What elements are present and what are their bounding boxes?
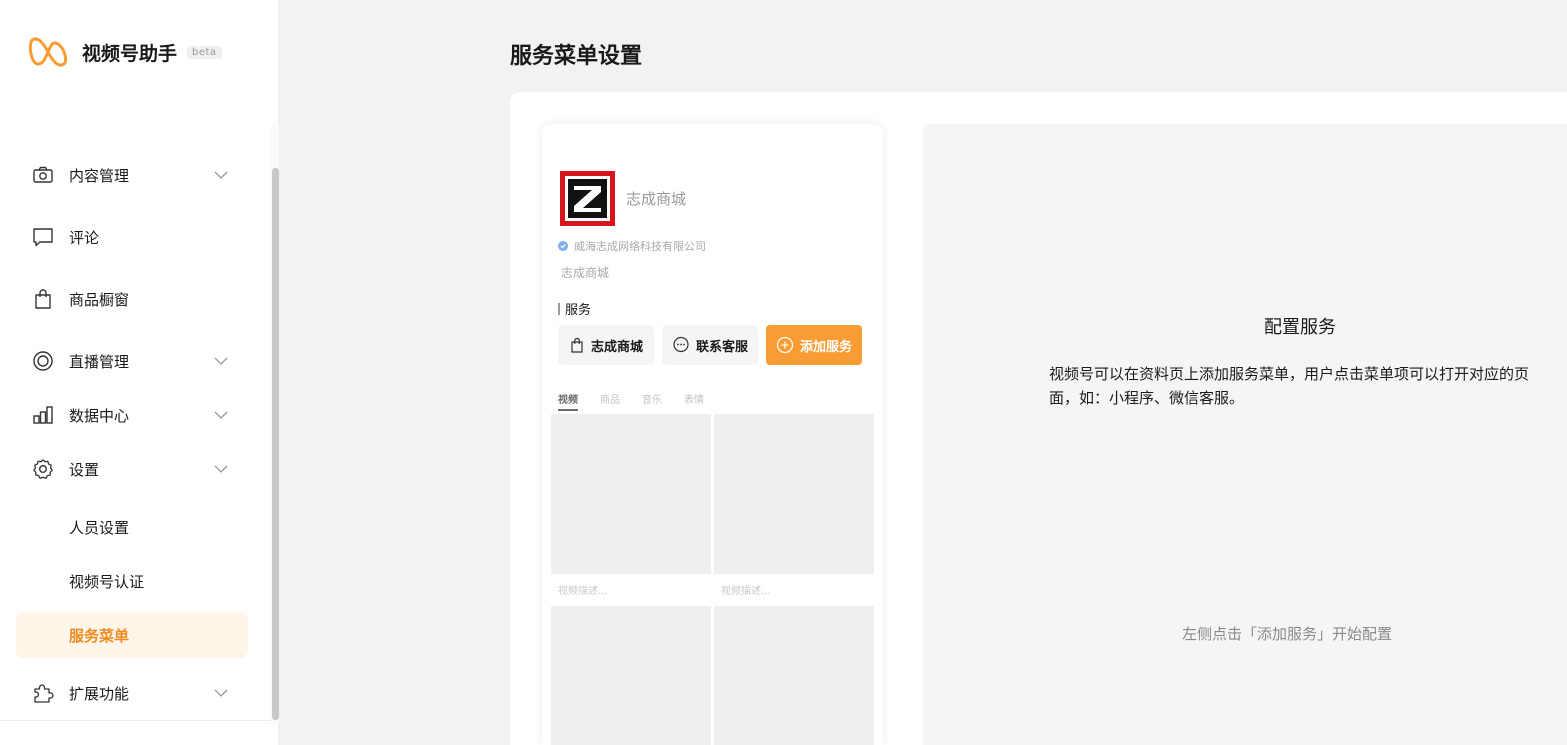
verified-company: 威海志成网络科技有限公司	[558, 238, 706, 254]
shopping-bag-icon	[571, 337, 583, 353]
chevron-down-icon	[214, 171, 228, 179]
avatar	[560, 171, 615, 226]
config-hint: 左侧点击「添加服务」开始配置	[1182, 625, 1393, 643]
chat-bubble-icon	[673, 336, 689, 353]
brand-logo-icon	[28, 37, 68, 67]
sidebar-item-settings[interactable]: 设置	[16, 446, 248, 492]
verified-company-name: 威海志成网络科技有限公司	[574, 240, 706, 253]
section-marker	[558, 302, 560, 315]
config-panel	[923, 124, 1567, 745]
puzzle-icon	[32, 682, 54, 704]
beta-badge: beta	[187, 45, 222, 59]
comment-icon	[32, 226, 54, 248]
sidebar-item-personnel-settings[interactable]: 人员设置	[16, 504, 248, 550]
live-icon	[32, 350, 54, 372]
sidebar-item-label: 数据中心	[69, 406, 130, 425]
video-caption: 视频描述...	[714, 574, 874, 602]
sidebar: 视频号助手 beta 内容管理 评论 商品橱窗 直播管理 数据中心 设置 人员设…	[0, 0, 279, 745]
account-name: 志成商城	[626, 190, 687, 208]
tab-music[interactable]: 音乐	[642, 391, 662, 411]
video-caption: 视频描述...	[551, 574, 711, 602]
account-description: 志成商城	[561, 266, 610, 280]
sidebar-item-showcase[interactable]: 商品橱窗	[16, 276, 248, 322]
sidebar-item-label: 服务菜单	[69, 626, 130, 645]
video-thumbnail[interactable]	[714, 606, 874, 745]
sidebar-item-label: 评论	[69, 228, 100, 247]
tab-stickers[interactable]: 表情	[684, 391, 704, 411]
add-service-label: 添加服务	[799, 339, 852, 355]
video-thumbnail[interactable]	[551, 606, 711, 745]
verified-badge-icon	[558, 241, 568, 251]
add-service-button[interactable]: 添加服务	[766, 325, 862, 365]
chevron-down-icon	[214, 411, 228, 419]
sidebar-item-extensions[interactable]: 扩展功能	[16, 670, 248, 716]
profile-preview: 志成商城 威海志成网络科技有限公司 志成商城 服务 志成商城 联系客服 添加服务…	[542, 124, 883, 745]
sidebar-item-data[interactable]: 数据中心	[16, 392, 248, 438]
sidebar-item-label: 人员设置	[69, 518, 130, 537]
service-label: 志成商城	[590, 339, 643, 355]
sidebar-item-label: 扩展功能	[69, 684, 130, 703]
sidebar-item-label: 视频号认证	[69, 572, 145, 591]
sidebar-item-live[interactable]: 直播管理	[16, 338, 248, 384]
scrollbar-thumb[interactable]	[272, 168, 279, 720]
bar-chart-icon	[32, 404, 54, 426]
chevron-down-icon	[214, 465, 228, 473]
video-thumbnail[interactable]	[714, 414, 874, 574]
service-label: 联系客服	[695, 339, 748, 355]
brand-name: 视频号助手	[82, 42, 178, 65]
sidebar-item-content[interactable]: 内容管理	[16, 152, 248, 198]
services-section-title: 服务	[558, 299, 591, 318]
preview-tabs: 视频 商品 音乐 表情	[558, 391, 726, 411]
shopping-bag-icon	[32, 288, 54, 310]
config-description: 视频号可以在资料页上添加服务菜单，用户点击菜单项可以打开对应的页面，如：小程序、…	[1049, 365, 1530, 407]
sidebar-item-label: 直播管理	[69, 352, 130, 371]
sidebar-item-label: 内容管理	[69, 166, 130, 185]
page-title: 服务菜单设置	[510, 44, 643, 69]
sidebar-item-comments[interactable]: 评论	[16, 214, 248, 260]
service-button-support[interactable]: 联系客服	[662, 325, 758, 365]
sidebar-item-service-menu[interactable]: 服务菜单	[16, 612, 248, 658]
tab-videos[interactable]: 视频	[558, 391, 578, 411]
tab-products[interactable]: 商品	[600, 391, 620, 411]
sidebar-item-verification[interactable]: 视频号认证	[16, 558, 248, 604]
divider	[0, 720, 271, 721]
services-title-text: 服务	[565, 303, 592, 318]
chevron-down-icon	[214, 357, 228, 365]
config-title: 配置服务	[1264, 317, 1336, 338]
video-thumbnail[interactable]	[551, 414, 711, 574]
brand[interactable]: 视频号助手 beta	[28, 34, 222, 70]
service-button-mall[interactable]: 志成商城	[558, 325, 654, 365]
plus-circle-icon	[776, 336, 794, 354]
chevron-down-icon	[214, 689, 228, 697]
camera-icon	[32, 164, 54, 186]
gear-icon	[32, 458, 54, 480]
sidebar-item-label: 商品橱窗	[69, 290, 130, 309]
sidebar-item-label: 设置	[69, 460, 100, 479]
